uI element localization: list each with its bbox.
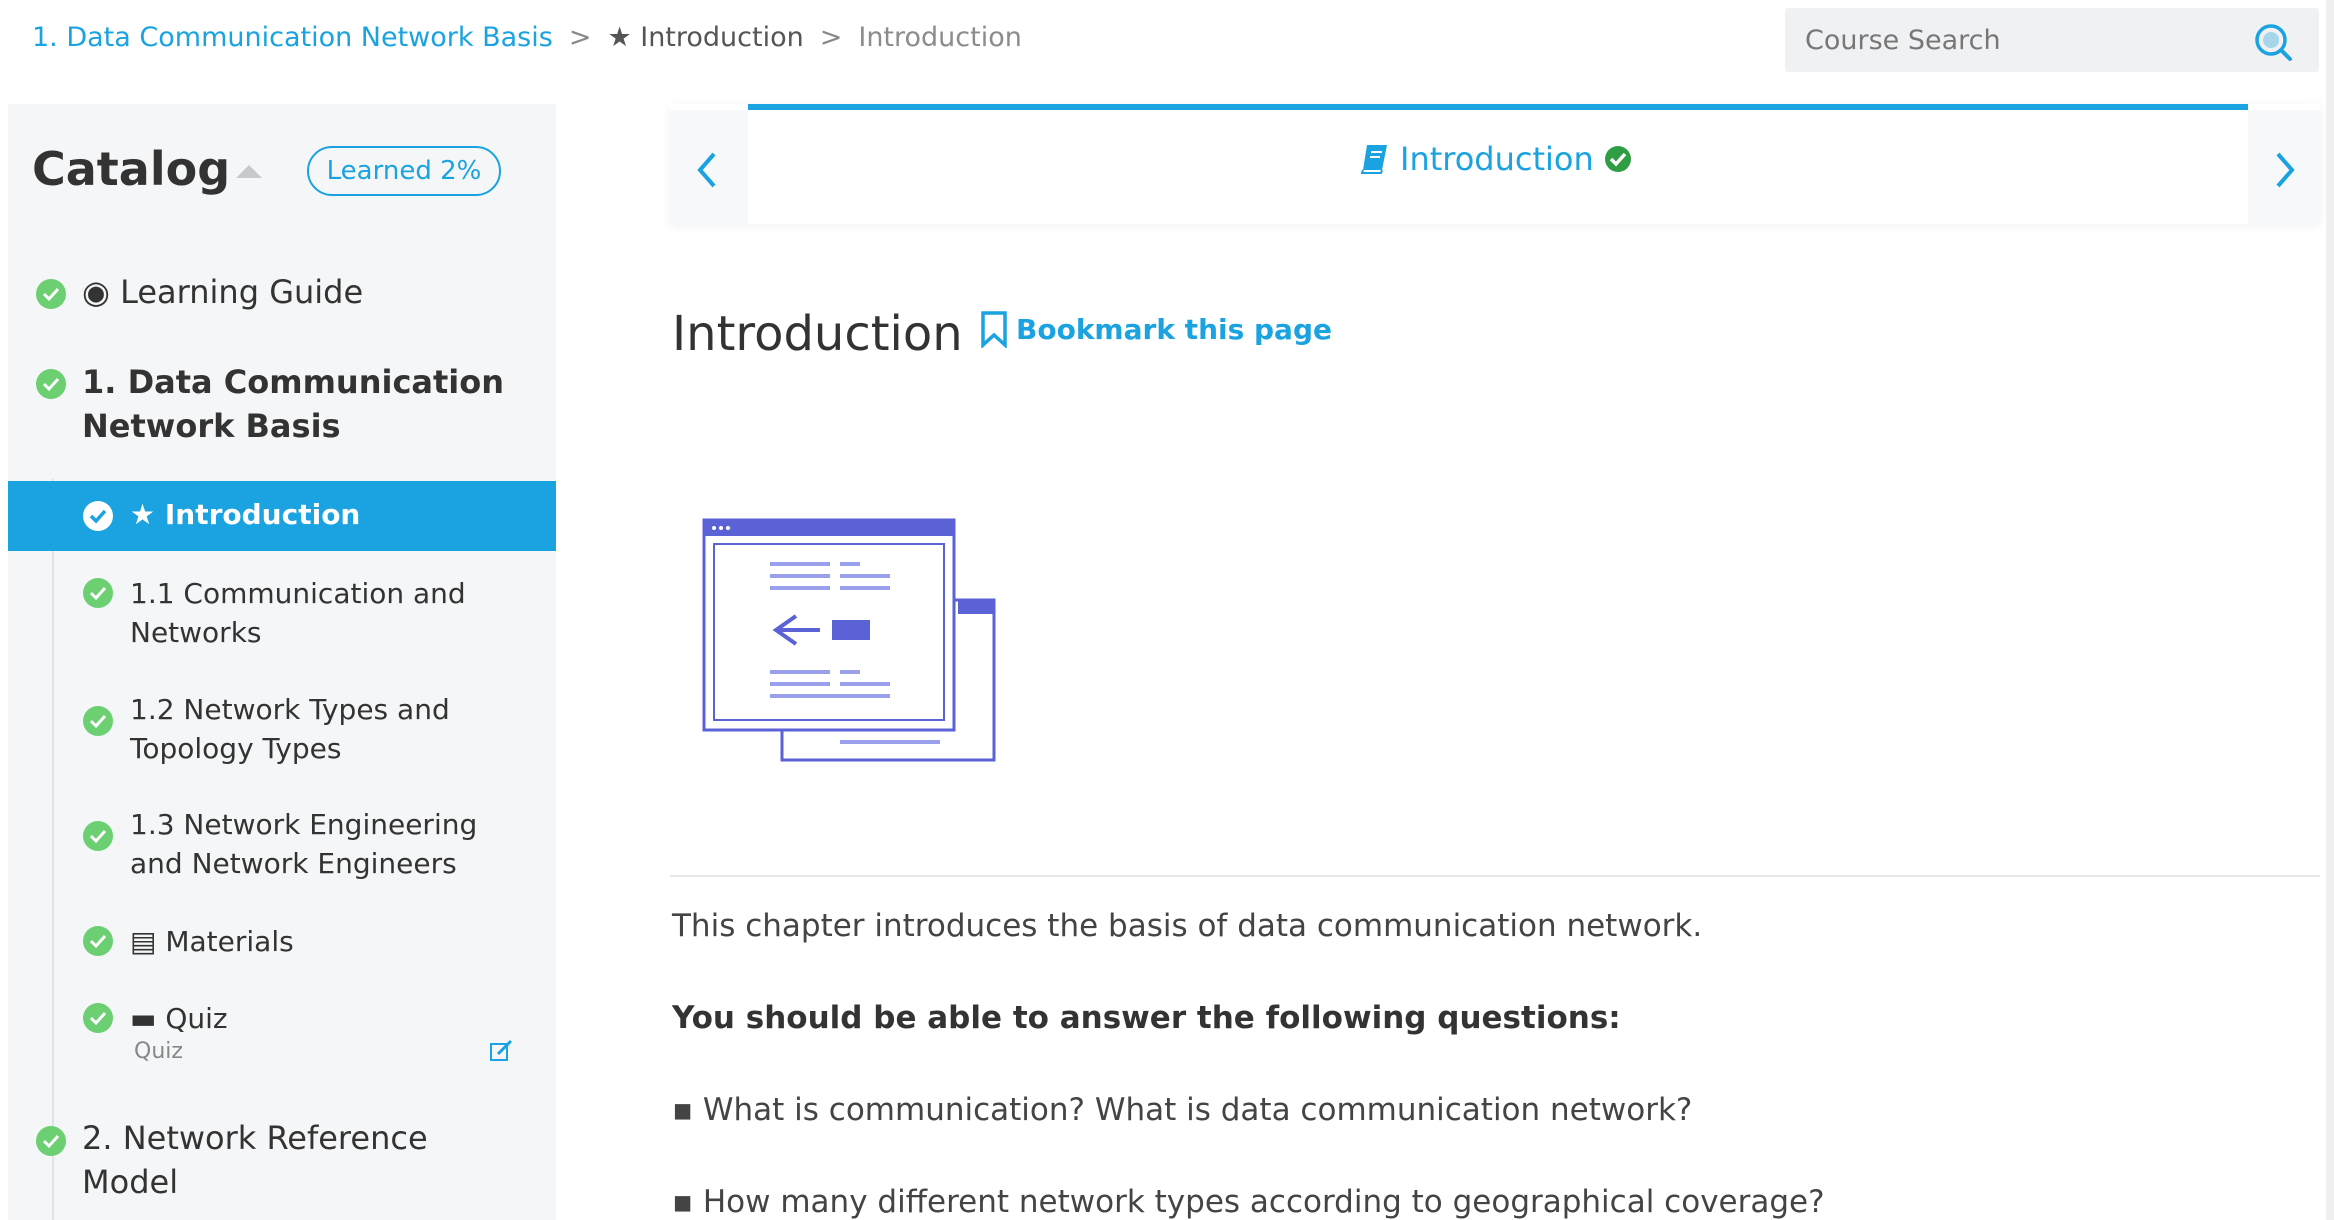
sidebar-item-label: 2. Network Reference [82,1119,428,1157]
sidebar-item-label: Network Basis [82,407,341,445]
search-icon[interactable] [2253,22,2293,62]
check-circle-icon [83,821,113,851]
breadcrumb-section[interactable]: ★ Introduction [607,20,803,56]
course-search-input[interactable] [1805,18,2235,62]
question-item: ▪ What is communication? What is data co… [672,1092,1693,1128]
lesson-navigation: Introduction [670,104,2320,224]
questions-heading: You should be able to answer the followi… [672,1000,1621,1036]
breadcrumb-separator: > [568,22,592,53]
sidebar-item-sublabel: Quiz [134,1039,183,1064]
intro-paragraph: This chapter introduces the basis of dat… [672,908,1703,944]
check-circle-icon [1604,145,1632,173]
check-circle-icon [83,706,113,736]
content-divider [670,875,2320,877]
sidebar-item-label: and Network Engineers [130,847,457,880]
breadcrumb: 1. Data Communication Network Basis > ★ … [32,20,1022,56]
bookmark-label: Bookmark this page [1016,312,1332,346]
book-icon [1360,143,1390,175]
next-lesson-button[interactable] [2248,110,2320,224]
question-item: ▪ How many different network types accor… [672,1184,1825,1220]
catalog-title: Catalog [32,142,231,196]
breadcrumb-chapter-link[interactable]: 1. Data Communication Network Basis [32,20,553,56]
sidebar-item-label: 1.3 Network Engineering [130,808,478,841]
sidebar-item-label: 1.2 Network Types and [130,693,450,726]
lesson-progress-fill [748,104,2248,110]
sidebar-item-label: Networks [130,616,262,649]
sidebar-item-label: 1.1 Communication and [130,577,466,610]
lesson-title: Introduction [1400,140,1594,178]
page-title: Introduction [672,306,963,362]
lesson-progress-track [748,104,2248,110]
collapse-arrow-icon[interactable] [234,162,264,182]
sidebar-item-introduction[interactable]: ★ Introduction [8,481,556,551]
breadcrumb-separator: > [819,22,843,53]
sidebar-item-label: Topology Types [130,732,342,765]
tree-line [52,479,54,1220]
check-circle-icon [83,501,113,531]
check-circle-icon [36,369,66,399]
sidebar-item-label: ◉ Learning Guide [82,273,364,311]
chapter-illustration [700,510,1010,774]
check-circle-icon [83,1003,113,1033]
edit-icon[interactable] [488,1038,514,1064]
bookmark-icon [980,310,1008,348]
bookmark-button[interactable]: Bookmark this page [980,310,1332,348]
course-search-box [1785,8,2319,72]
lesson-title-bar: Introduction [1360,140,1632,178]
sidebar-item-label: 1. Data Communication [82,363,505,401]
breadcrumb-current: Introduction [858,22,1022,53]
check-circle-icon [36,1126,66,1156]
sidebar-item-label: ▬ Quiz [130,1002,228,1035]
top-bar: 1. Data Communication Network Basis > ★ … [0,0,2334,78]
page-scrollbar[interactable] [2326,0,2334,1220]
check-circle-icon [36,279,66,309]
sidebar-item-label: ★ Introduction [130,498,361,531]
sidebar-item-label: Model [82,1163,179,1201]
catalog-sidebar: Catalog Learned 2% ◉ Learning Guide 1. D… [8,104,556,1220]
check-circle-icon [83,926,113,956]
learned-progress-badge: Learned 2% [307,146,501,196]
previous-lesson-button[interactable] [670,110,748,224]
check-circle-icon [83,578,113,608]
sidebar-item-label: ▤ Materials [130,925,294,958]
